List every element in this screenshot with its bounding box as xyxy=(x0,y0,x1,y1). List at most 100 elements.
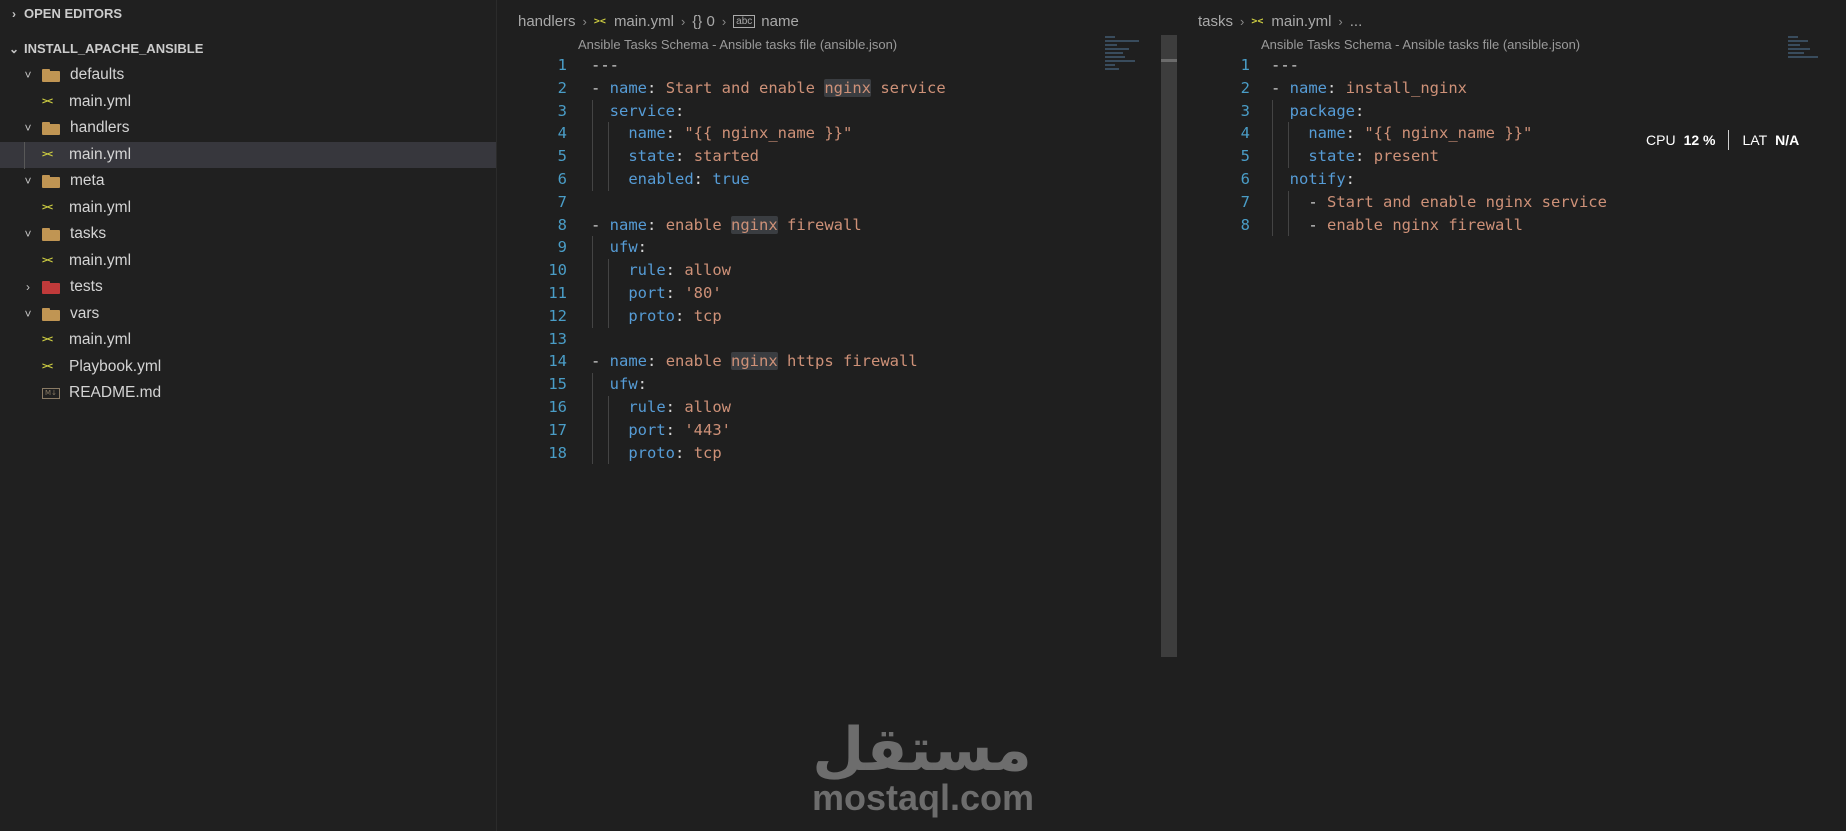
code-line[interactable]: 16 rule: allow xyxy=(497,396,1157,419)
code-line[interactable]: 4 name: "{{ nginx_name }}" xyxy=(497,122,1157,145)
tree-item[interactable]: >< main.yml xyxy=(0,89,496,116)
breadcrumb-file[interactable]: main.yml xyxy=(614,13,674,30)
tree-item[interactable]: ˅ meta xyxy=(0,168,496,195)
tree-item[interactable]: >< main.yml xyxy=(0,195,496,222)
minimap-left[interactable] xyxy=(1105,36,1139,72)
code-line[interactable]: 3 service: xyxy=(497,100,1157,123)
code-line[interactable]: 12 proto: tcp xyxy=(497,305,1157,328)
code-line[interactable]: 3 package: xyxy=(1180,100,1780,123)
line-number: 7 xyxy=(557,192,567,211)
breadcrumb-folder[interactable]: handlers xyxy=(518,13,576,30)
code-line[interactable]: 8 - enable nginx firewall xyxy=(1180,214,1780,237)
code-text: state: present xyxy=(1308,147,1440,166)
code-text: ufw: xyxy=(609,375,648,394)
chevron-down-icon: ˅ xyxy=(24,227,32,242)
code-line[interactable]: 2 - name: Start and enable nginx service xyxy=(497,77,1157,100)
line-number: 3 xyxy=(557,101,567,120)
yaml-file-icon: >< xyxy=(42,201,53,213)
minimap-right[interactable] xyxy=(1788,36,1822,60)
code-text: - enable nginx firewall xyxy=(1308,215,1523,234)
code-text: proto: tcp xyxy=(628,306,722,325)
line-number: 3 xyxy=(1240,101,1250,120)
code-text: notify: xyxy=(1289,169,1356,188)
open-editors-label: OPEN EDITORS xyxy=(24,6,123,21)
code-line[interactable]: 10 rule: allow xyxy=(497,259,1157,282)
code-text: - Start and enable nginx service xyxy=(1308,192,1607,211)
code-line[interactable]: 1 --- xyxy=(1180,54,1780,77)
code-line[interactable]: 9 ufw: xyxy=(497,236,1157,259)
line-number: 8 xyxy=(1240,215,1250,234)
tree-item[interactable]: >< main.yml xyxy=(0,327,496,354)
project-label: INSTALL_APACHE_ANSIBLE xyxy=(24,41,204,56)
code-line[interactable]: 7 xyxy=(497,191,1157,214)
file-tree: ˅ defaults >< main.yml ˅ handlers >< main.yml ˅ m… xyxy=(0,62,496,407)
indent-guide xyxy=(24,141,25,169)
tree-item[interactable]: ˅ defaults xyxy=(0,62,496,89)
code-line[interactable]: 5 state: started xyxy=(497,145,1157,168)
tree-item[interactable]: ˅ handlers xyxy=(0,115,496,142)
tree-item[interactable]: M↓ README.md xyxy=(0,380,496,407)
line-number: 16 xyxy=(548,397,567,416)
code-text: port: '443' xyxy=(628,420,732,439)
tree-item-label: Playbook.yml xyxy=(69,357,162,375)
chevron-down-icon: ⌄ xyxy=(8,41,20,56)
code-text: service: xyxy=(609,101,685,120)
tree-item[interactable]: >< main.yml xyxy=(0,248,496,275)
line-number: 5 xyxy=(557,147,567,166)
code-text: --- xyxy=(591,56,619,74)
breadcrumb-more[interactable]: ... xyxy=(1350,13,1363,30)
tree-item[interactable]: >< main.yml xyxy=(0,141,496,168)
chevron-down-icon: ˅ xyxy=(24,121,32,136)
breadcrumb: handlers › >< main.yml › {} 0 › abc name xyxy=(497,0,1179,32)
tree-item[interactable]: >< Playbook.yml xyxy=(0,354,496,381)
code-line[interactable]: 18 proto: tcp xyxy=(497,442,1157,465)
line-number: 17 xyxy=(548,420,567,439)
folder-icon xyxy=(42,68,61,83)
code-text: --- xyxy=(1271,56,1299,74)
breadcrumb-key[interactable]: name xyxy=(761,13,799,30)
indent-guide xyxy=(1272,99,1273,237)
line-number: 5 xyxy=(1240,147,1250,166)
code-line[interactable]: 6 notify: xyxy=(1180,168,1780,191)
code-text: name: "{{ nginx_name }}" xyxy=(628,124,853,143)
schema-lens[interactable]: Ansible Tasks Schema - Ansible tasks fil… xyxy=(1261,37,1580,52)
tree-item[interactable]: ˅ vars xyxy=(0,301,496,328)
code-line[interactable]: 6 enabled: true xyxy=(497,168,1157,191)
project-header[interactable]: ⌄ INSTALL_APACHE_ANSIBLE xyxy=(0,35,496,62)
code-area-left[interactable]: 1 --- 2 - name: Start and enable nginx serv… xyxy=(497,54,1157,465)
code-text: port: '80' xyxy=(628,283,722,302)
code-line[interactable]: 15 ufw: xyxy=(497,373,1157,396)
code-line[interactable]: 11 port: '80' xyxy=(497,282,1157,305)
code-line[interactable]: 13 xyxy=(497,328,1157,351)
code-line[interactable]: 17 port: '443' xyxy=(497,419,1157,442)
tree-item-label: handlers xyxy=(70,119,130,137)
breadcrumb-file[interactable]: main.yml xyxy=(1271,13,1331,30)
breadcrumb-symbol[interactable]: {} 0 xyxy=(692,13,715,30)
code-line[interactable]: 1 --- xyxy=(497,54,1157,77)
breadcrumb-folder[interactable]: tasks xyxy=(1198,13,1233,30)
indent-guide xyxy=(608,396,609,465)
open-editors-header[interactable]: › OPEN EDITORS xyxy=(0,0,496,27)
yaml-file-icon: >< xyxy=(1251,15,1264,27)
line-number: 13 xyxy=(548,329,567,348)
breadcrumb: tasks › >< main.yml › ... xyxy=(1180,0,1846,32)
code-line[interactable]: 7 - Start and enable nginx service xyxy=(1180,191,1780,214)
tree-item-label: vars xyxy=(70,304,100,322)
code-line[interactable]: 14 - name: enable nginx https firewall xyxy=(497,350,1157,373)
tree-item-label: README.md xyxy=(69,384,162,402)
code-line[interactable]: 2 - name: install_nginx xyxy=(1180,77,1780,100)
tree-item[interactable]: ˅ tasks xyxy=(0,221,496,248)
performance-stats: CPU 12 % LAT N/A xyxy=(1646,130,1799,150)
chevron-right-icon: › xyxy=(26,280,30,295)
folder-icon xyxy=(42,174,61,189)
tree-item-label: meta xyxy=(70,172,105,190)
yaml-file-icon: >< xyxy=(42,95,53,107)
tree-item[interactable]: › tests xyxy=(0,274,496,301)
code-text: proto: tcp xyxy=(628,443,722,462)
code-text: enabled: true xyxy=(628,169,750,188)
code-text: - name: enable nginx https firewall xyxy=(591,352,918,371)
scrollbar-left[interactable] xyxy=(1161,35,1177,657)
code-line[interactable]: 8 - name: enable nginx firewall xyxy=(497,214,1157,237)
markdown-file-icon: M↓ xyxy=(42,387,60,399)
schema-lens[interactable]: Ansible Tasks Schema - Ansible tasks fil… xyxy=(578,37,897,52)
